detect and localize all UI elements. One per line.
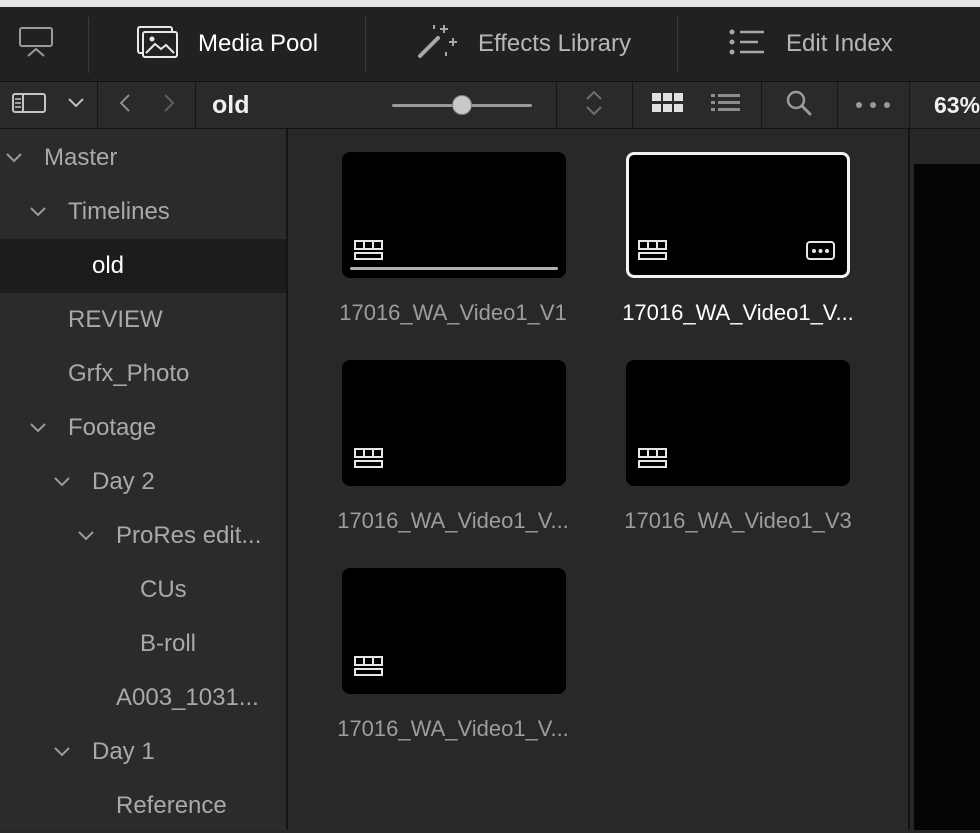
bin-b-roll[interactable]: B-roll [0,617,286,671]
bin-label: Day 2 [92,468,155,495]
bin-label: Day 1 [92,738,155,765]
list-view-button[interactable] [704,82,748,128]
monitor-eject-icon [17,25,55,64]
chevron-down-icon[interactable] [28,418,48,438]
clip-name: 17016_WA_Video1_V3 [624,508,852,533]
clip-thumbnail-selected[interactable] [626,152,850,278]
clip-grid: 17016_WA_Video1_V1 17016_WA_Video1_V... [288,129,908,830]
tab-effects-library-label: Effects Library [478,30,631,57]
bin-review[interactable]: REVIEW [0,293,286,347]
tab-media-pool-label: Media Pool [198,30,319,57]
bin-name-label: old [212,90,250,119]
search-icon [785,89,813,122]
bin-tree: Master Timelines old REVIEW Grfx_Photo F… [0,129,286,830]
bin-label: ProRes edit... [116,522,262,549]
sort-button[interactable] [556,82,632,128]
bin-footage[interactable]: Footage [0,401,286,455]
chevron-down-icon[interactable] [4,148,24,168]
tab-effects-library[interactable]: Effects Library [414,7,631,81]
sort-arrows-icon [583,89,605,122]
zoom-level-label: 63% [934,91,980,118]
tab-edit-index[interactable]: Edit Index [728,7,893,81]
window-top-edge [0,0,980,7]
bin-a003[interactable]: A003_1031... [0,671,286,725]
magic-wand-icon [414,22,460,67]
more-options-button[interactable] [837,82,909,128]
panel-header: Media Pool Effects Library Edit Index [0,7,980,82]
clip-name: 17016_WA_Video1_V... [337,716,569,741]
timeline-icon [638,447,668,474]
sidebar-icon [11,92,47,119]
chevron-right-icon [162,93,176,118]
clip-name: 17016_WA_Video1_V1 [339,300,567,325]
chevron-down-icon [67,96,85,114]
chevron-down-icon[interactable] [28,202,48,222]
list-icon [728,27,768,62]
clip-progress-bar [350,267,558,270]
bin-label: REVIEW [68,306,163,333]
slider-handle[interactable] [452,95,472,115]
bin-label: Footage [68,414,157,441]
clip-thumbnail[interactable] [342,360,566,486]
bin-label: Grfx_Photo [68,360,190,387]
timeline-icon [638,239,668,266]
bin-label: Reference [116,792,227,819]
bin-reference[interactable]: Reference [0,779,286,833]
media-pool-toolbar: old 63% [0,82,980,129]
tab-edit-index-label: Edit Index [786,30,893,57]
bin-cus[interactable]: CUs [0,563,286,617]
chevron-left-icon [118,93,132,118]
toggle-panel-button[interactable] [16,7,56,81]
photos-icon [136,25,180,64]
current-bin-name: old [212,82,250,128]
forward-button[interactable] [154,82,184,128]
chevron-down-icon[interactable] [52,742,72,762]
grid-view-icon [651,92,685,119]
bin-label: Timelines [68,198,170,225]
clip-thumbnail[interactable] [342,568,566,694]
bin-prores-edit[interactable]: ProRes edit... [0,509,286,563]
viewer-screen[interactable] [914,164,980,830]
bin-label: old [92,252,125,279]
bin-day-2[interactable]: Day 2 [0,455,286,509]
timeline-icon [354,447,384,474]
clip-thumbnail[interactable] [626,360,850,486]
clip-name: 17016_WA_Video1_V... [622,300,854,325]
zoom-level[interactable]: 63% [934,82,980,128]
search-button[interactable] [761,82,837,128]
bin-label: A003_1031... [116,684,259,711]
bin-list-toggle-button[interactable] [0,82,96,128]
chevron-down-icon[interactable] [76,526,96,546]
clip-name: 17016_WA_Video1_V... [337,508,569,533]
timeline-icon [354,239,384,266]
bin-label: CUs [140,576,187,603]
clip-thumbnail[interactable] [342,152,566,278]
more-dots-icon [854,96,892,114]
tab-media-pool[interactable]: Media Pool [136,7,318,81]
bin-timelines[interactable]: Timelines [0,185,286,239]
bin-label: Master [44,144,118,171]
more-options-icon[interactable] [806,241,836,266]
thumbnail-view-button[interactable] [646,82,690,128]
bin-day-1[interactable]: Day 1 [0,725,286,779]
back-button[interactable] [110,82,140,128]
bin-label: B-roll [140,630,197,657]
bin-old[interactable]: old [0,239,286,293]
list-view-icon [710,92,742,119]
bin-master[interactable]: Master [0,131,286,185]
chevron-down-icon[interactable] [52,472,72,492]
timeline-icon [354,655,384,682]
bin-grfx-photo[interactable]: Grfx_Photo [0,347,286,401]
